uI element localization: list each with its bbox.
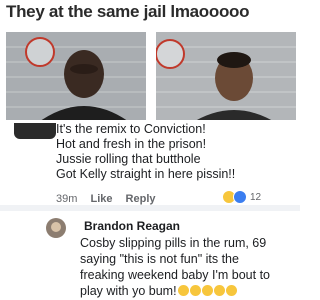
post-caption: They at the same jail lmaooooo: [6, 2, 250, 21]
like-emoji-icon: [233, 190, 247, 204]
comment-line: Cosby slipping pills in the rum, 69: [80, 236, 267, 250]
comment-line: Got Kelly straight in here pissin!!: [56, 167, 236, 181]
like-button[interactable]: Like: [90, 193, 112, 205]
comment-2: Brandon Reagan Cosby slipping pills in t…: [0, 212, 300, 300]
comment-1-meta: 39m Like Reply: [56, 193, 166, 205]
laughing-emoji-icon: [225, 285, 237, 296]
reaction-summary[interactable]: 12: [222, 190, 262, 204]
comment-line: Hot and fresh in the prison!: [56, 137, 207, 151]
comment-1-body: It's the remix to Conviction! Hot and fr…: [56, 122, 296, 182]
avatar[interactable]: [46, 218, 66, 238]
comment-line: Jussie rolling that butthole: [56, 152, 201, 166]
comment-line: saying "this is not fun" its the: [80, 252, 239, 266]
laughing-emoji-icon: [189, 285, 201, 296]
comment-author[interactable]: Brandon Reagan: [84, 219, 180, 233]
divider: [0, 205, 300, 211]
avatar[interactable]: [14, 123, 56, 139]
comment-1: It's the remix to Conviction! Hot and fr…: [0, 120, 300, 205]
mugshot-left-image: [6, 32, 146, 124]
laughing-emoji-icon: [201, 285, 213, 296]
comment-2-body: Cosby slipping pills in the rum, 69 sayi…: [80, 235, 300, 299]
laughing-emoji-icon: [177, 285, 189, 296]
comment-line-text: play with yo bum!: [80, 284, 177, 298]
comment-line: freaking weekend baby I'm bout to: [80, 268, 271, 282]
reaction-count: 12: [250, 191, 262, 203]
mugshot-right-image: [156, 32, 296, 124]
post-photos: [0, 32, 300, 124]
mugshot-photo-right[interactable]: [156, 32, 296, 124]
comment-line-last: play with yo bum!: [80, 283, 300, 299]
laughing-emoji-icon: [213, 285, 225, 296]
comment-line: It's the remix to Conviction!: [56, 122, 206, 136]
reply-button[interactable]: Reply: [126, 193, 156, 205]
mugshot-photo-left[interactable]: [6, 32, 146, 124]
timestamp: 39m: [56, 193, 78, 205]
